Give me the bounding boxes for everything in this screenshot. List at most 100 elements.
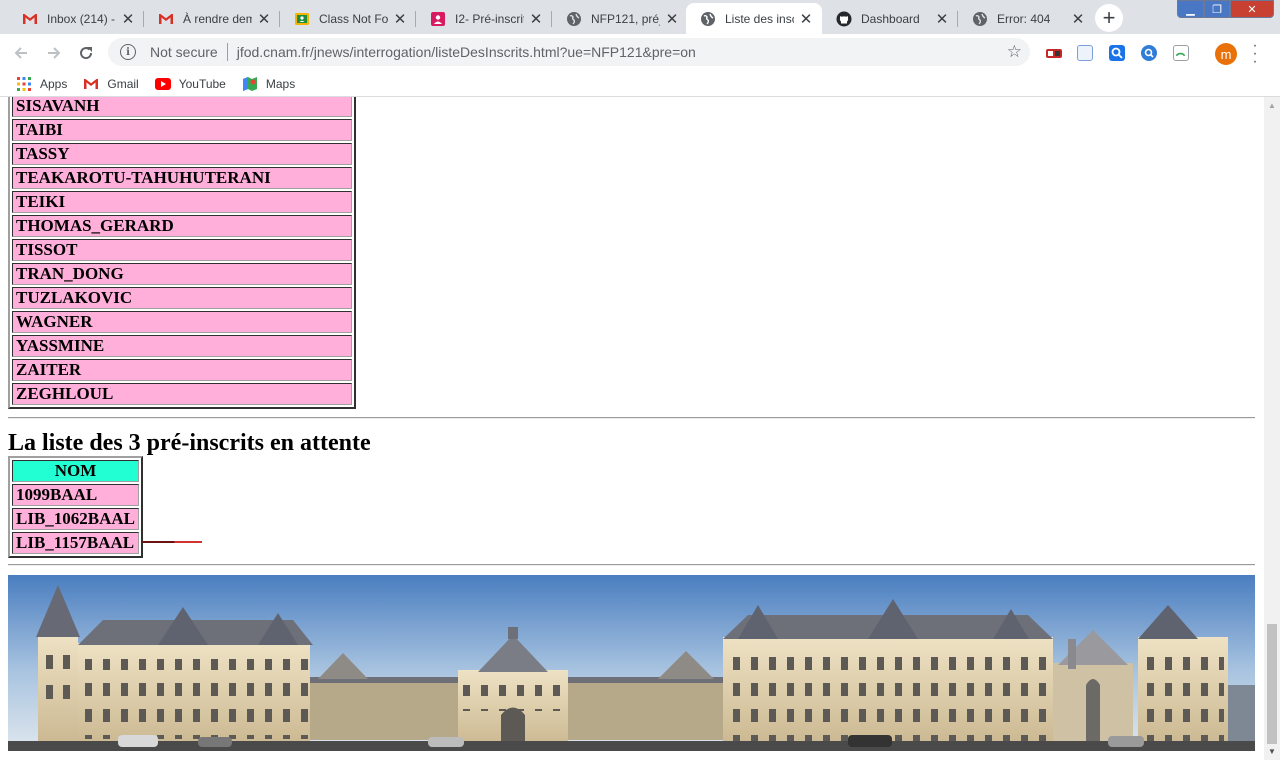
bookmark-youtube[interactable]: YouTube bbox=[154, 76, 226, 92]
url-text[interactable]: jfod.cnam.fr/jnews/interrogation/listeDe… bbox=[237, 44, 696, 60]
student-name: ZAITER bbox=[12, 359, 352, 381]
bookmark-star-icon[interactable]: ☆ bbox=[1007, 42, 1022, 62]
close-icon[interactable]: ✕ bbox=[392, 11, 408, 28]
close-icon[interactable]: ✕ bbox=[528, 11, 544, 28]
student-name: TEAKAROTU-TAHUHUTERANI bbox=[12, 167, 352, 189]
table-row: SISAVANH bbox=[12, 97, 352, 117]
forward-button[interactable] bbox=[41, 40, 67, 66]
window-close-button[interactable]: ✕ bbox=[1230, 0, 1274, 18]
tab-title: NFP121, pré_ bbox=[591, 11, 660, 26]
tab-title: Class Not Fou bbox=[319, 11, 388, 26]
table-row: TISSOT bbox=[12, 239, 352, 261]
table-row: LIB_1062BAAL bbox=[12, 508, 140, 530]
bookmark-label: Apps bbox=[40, 76, 68, 91]
student-name: SISAVANH bbox=[12, 97, 352, 117]
student-name: TEIKI bbox=[12, 191, 352, 213]
tab-title: I2- Pré-inscrit bbox=[455, 11, 524, 26]
security-label: Not secure bbox=[150, 44, 218, 60]
bookmark-label: YouTube bbox=[178, 76, 226, 91]
student-name: WAGNER bbox=[12, 311, 352, 333]
bookmark-label: Maps bbox=[265, 76, 296, 91]
gmail-icon bbox=[83, 76, 99, 92]
tab-a-rendre[interactable]: À rendre dem ✕ bbox=[144, 3, 280, 34]
tab-pre-inscrit-form[interactable]: I2- Pré-inscrit ✕ bbox=[416, 3, 552, 34]
table-row: TRAN_DONG bbox=[12, 263, 352, 285]
tab-nfp121[interactable]: NFP121, pré_ ✕ bbox=[552, 3, 688, 34]
scrollbar-thumb[interactable] bbox=[1267, 624, 1277, 744]
close-icon[interactable]: ✕ bbox=[664, 11, 680, 28]
info-icon[interactable]: i bbox=[120, 44, 136, 60]
window-controls: ▁ ❐ ✕ bbox=[1177, 0, 1274, 20]
table-row: THOMAS_GERARD bbox=[12, 215, 352, 237]
globe-icon bbox=[972, 11, 988, 27]
globe-icon bbox=[700, 11, 716, 27]
globe-icon bbox=[566, 11, 582, 27]
attente-heading: La liste des 3 pré-inscrits en attente bbox=[8, 430, 371, 456]
building-banner-image bbox=[8, 575, 1255, 751]
bookmark-gmail[interactable]: Gmail bbox=[83, 76, 139, 92]
new-tab-button[interactable]: + bbox=[1095, 4, 1123, 32]
youtube-icon bbox=[154, 76, 171, 92]
student-name: TAIBI bbox=[12, 119, 352, 141]
table-row: TEAKAROTU-TAHUHUTERANI bbox=[12, 167, 352, 189]
close-icon[interactable]: ✕ bbox=[120, 11, 136, 28]
column-header-nom: NOM bbox=[12, 460, 140, 482]
maximize-button[interactable]: ❐ bbox=[1204, 0, 1230, 18]
table-row: WAGNER bbox=[12, 311, 352, 333]
reload-icon bbox=[80, 47, 93, 60]
reload-button[interactable] bbox=[73, 40, 99, 66]
classroom-icon bbox=[294, 11, 310, 27]
student-name: TISSOT bbox=[12, 239, 352, 261]
tab-liste-des-inscrits[interactable]: Liste des insc ✕ bbox=[686, 3, 822, 34]
student-name: THOMAS_GERARD bbox=[12, 215, 352, 237]
gmail-icon bbox=[158, 11, 174, 27]
tab-class-not-found[interactable]: Class Not Fou ✕ bbox=[280, 3, 416, 34]
table-header-row: NOM bbox=[12, 460, 140, 482]
address-bar[interactable]: i Not secure jfod.cnam.fr/jnews/interrog… bbox=[108, 38, 1030, 66]
extension-refresh-icon[interactable] bbox=[1077, 45, 1093, 61]
student-name: LIB_1062BAAL bbox=[12, 508, 140, 530]
close-icon[interactable]: ✕ bbox=[1070, 11, 1086, 28]
bookmark-apps[interactable]: Apps bbox=[16, 76, 67, 92]
extension-mail-icon[interactable] bbox=[1045, 45, 1063, 61]
table-row: ZAITER bbox=[12, 359, 352, 381]
table-row: 1099BAAL bbox=[12, 484, 140, 506]
table-row: TAIBI bbox=[12, 119, 352, 141]
tab-title: Dashboard bbox=[861, 11, 920, 26]
scroll-up-icon[interactable]: ▲ bbox=[1268, 101, 1276, 110]
profile-avatar[interactable]: m bbox=[1215, 43, 1237, 65]
table-row: TASSY bbox=[12, 143, 352, 165]
browser-toolbar: i Not secure jfod.cnam.fr/jnews/interrog… bbox=[0, 34, 1280, 71]
close-icon[interactable]: ✕ bbox=[256, 11, 272, 28]
bookmark-maps[interactable]: Maps bbox=[242, 76, 295, 92]
back-arrow-icon bbox=[14, 47, 27, 59]
extension-search-icon[interactable] bbox=[1109, 45, 1125, 61]
tab-dashboard[interactable]: Dashboard ✕ bbox=[822, 3, 958, 34]
tab-title: Liste des insc bbox=[725, 11, 794, 26]
table-row: LIB_1157BAAL bbox=[12, 532, 140, 554]
github-icon bbox=[836, 11, 852, 27]
divider bbox=[226, 43, 228, 61]
horizontal-rule bbox=[8, 417, 1255, 419]
forward-arrow-icon bbox=[48, 47, 61, 59]
table-row: TUZLAKOVIC bbox=[12, 287, 352, 309]
vertical-scrollbar[interactable]: ▲ ▼ bbox=[1264, 97, 1280, 760]
inscrits-table: SISAVANH TAIBI TASSY TEAKAROTU-TAHUHUTER… bbox=[8, 97, 356, 409]
tab-error-404[interactable]: Error: 404 ✕ bbox=[958, 3, 1094, 34]
horizontal-rule bbox=[8, 564, 1255, 566]
menu-icon[interactable]: · · · bbox=[1250, 38, 1260, 70]
scroll-down-icon[interactable]: ▼ bbox=[1268, 747, 1276, 756]
tab-strip: Inbox (214) - ✕ À rendre dem ✕ Class Not… bbox=[0, 0, 1280, 34]
bookmarks-bar: Apps Gmail YouTube Maps bbox=[0, 71, 1280, 97]
bookmark-label: Gmail bbox=[107, 76, 139, 91]
student-name: 1099BAAL bbox=[12, 484, 140, 506]
tab-inbox[interactable]: Inbox (214) - ✕ bbox=[8, 3, 144, 34]
student-name: ZEGHLOUL bbox=[12, 383, 352, 405]
close-icon[interactable]: ✕ bbox=[934, 11, 950, 28]
extension-gauge-icon[interactable] bbox=[1173, 45, 1189, 61]
close-icon[interactable]: ✕ bbox=[798, 11, 814, 28]
extension-lens-icon[interactable] bbox=[1141, 45, 1157, 61]
minimize-button[interactable]: ▁ bbox=[1177, 0, 1204, 18]
back-button[interactable] bbox=[8, 40, 34, 66]
apps-grid-icon bbox=[16, 76, 32, 92]
